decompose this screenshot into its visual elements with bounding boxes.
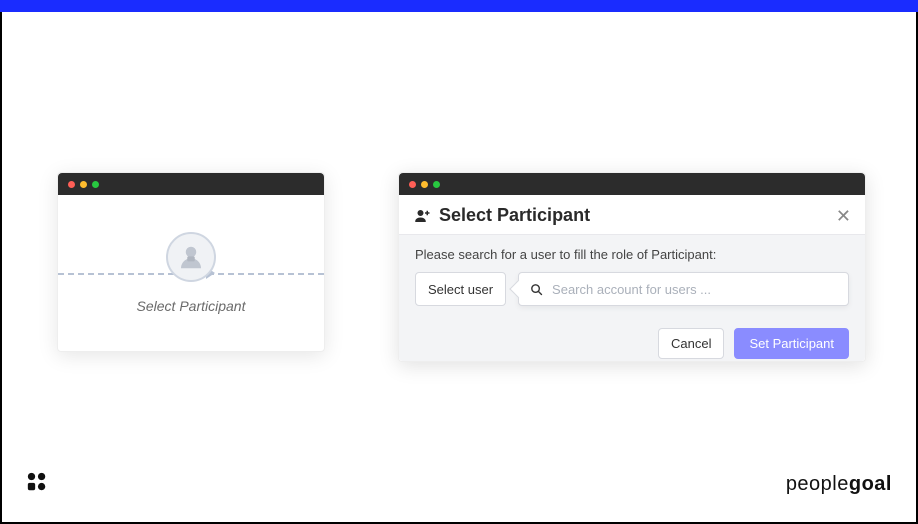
workflow-step-card: Select Participant — [57, 172, 325, 352]
logo-dots-icon — [26, 471, 48, 493]
modal-inner: Select Participant ✕ Please search for a… — [399, 195, 865, 361]
workflow-step-body: Select Participant — [58, 195, 324, 351]
workflow-step-label: Select Participant — [137, 298, 246, 314]
window-title-bar — [399, 173, 865, 195]
window-close-dot[interactable] — [68, 181, 75, 188]
window-minimize-dot[interactable] — [80, 181, 87, 188]
select-participant-modal: Select Participant ✕ Please search for a… — [398, 172, 866, 362]
brand-part1: people — [786, 473, 849, 495]
modal-footer: Cancel Set Participant — [399, 318, 865, 373]
window-title-bar — [58, 173, 324, 195]
page-footer: peoplegoal — [26, 471, 892, 498]
brand-wordmark: peoplegoal — [786, 473, 892, 496]
footer-logo-mark — [26, 471, 48, 498]
top-accent-bar — [0, 0, 918, 12]
user-search-field[interactable] — [518, 272, 849, 306]
window-minimize-dot[interactable] — [421, 181, 428, 188]
select-user-button[interactable]: Select user — [415, 272, 506, 306]
window-close-dot[interactable] — [409, 181, 416, 188]
close-icon[interactable]: ✕ — [836, 207, 851, 225]
set-participant-button[interactable]: Set Participant — [734, 328, 849, 359]
stage: Select Participant Select Participant ✕ — [0, 12, 918, 524]
modal-body: Please search for a user to fill the rol… — [399, 235, 865, 318]
cancel-button[interactable]: Cancel — [658, 328, 724, 359]
modal-instruction: Please search for a user to fill the rol… — [415, 247, 849, 262]
modal-title: Select Participant — [439, 205, 590, 226]
search-icon — [529, 282, 544, 297]
participant-avatar-placeholder[interactable] — [166, 232, 216, 282]
add-user-icon — [413, 207, 431, 225]
search-input[interactable] — [552, 273, 838, 305]
user-icon — [176, 242, 206, 272]
search-row: Select user — [415, 272, 849, 306]
modal-header: Select Participant ✕ — [399, 195, 865, 235]
window-zoom-dot[interactable] — [433, 181, 440, 188]
window-zoom-dot[interactable] — [92, 181, 99, 188]
brand-part2: goal — [849, 473, 892, 495]
